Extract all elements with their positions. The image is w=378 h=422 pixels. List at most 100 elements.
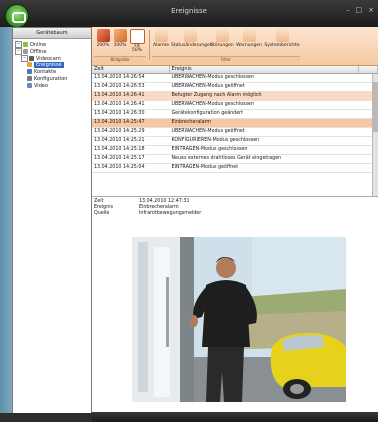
table-body: 13.04.2010 14:26:54 ÜBERWACHEN-Modus gesc… <box>92 74 378 173</box>
tree-node-videocam[interactable]: − Videocam <box>14 55 90 62</box>
cell-time: 13.04.2010 14:25:17 <box>94 156 145 161</box>
tree-node-label: Kontakte <box>34 69 57 75</box>
filter-faults-button[interactable]: Störungen <box>210 29 234 53</box>
video-icon <box>27 83 32 88</box>
zoom-200-button[interactable]: 200% <box>95 29 111 53</box>
ribbon-group-caption: Bildgröße <box>94 56 146 63</box>
cell-time: 13.04.2010 14:25:47 <box>94 120 145 125</box>
fault-filter-icon <box>215 29 229 42</box>
camera-icon <box>29 56 34 61</box>
tree-node-video[interactable]: Video <box>14 83 90 90</box>
cell-time: 13.04.2010 14:26:54 <box>94 75 145 80</box>
table-row[interactable]: 13.04.2010 14:26:41 ÜBERWACHEN-Modus gesc… <box>92 101 378 110</box>
cell-time: 13.04.2010 14:25:29 <box>94 129 145 134</box>
alarm-filter-icon <box>154 29 168 42</box>
ribbon-separator <box>149 30 150 60</box>
background-strip <box>0 27 12 422</box>
table-row[interactable]: 13.04.2010 14:26:53 ÜBERWACHEN-Modus geöf… <box>92 83 378 92</box>
window-title: Ereignisse <box>171 7 207 15</box>
scrollbar-thumb[interactable] <box>373 82 378 132</box>
cell-event: KONFIGURIEREN-Modus geschlossen <box>171 138 260 143</box>
column-header-extra <box>359 66 378 73</box>
tree-node-online[interactable]: − Online <box>14 41 90 48</box>
tree-node-konfiguration[interactable]: Konfiguration <box>14 76 90 83</box>
event-details: Zeit 13.04.2010 12:47:31 Ereignis Einbre… <box>92 197 378 412</box>
table-row[interactable]: 13.04.2010 14:26:54 ÜBERWACHEN-Modus gesc… <box>92 74 378 83</box>
app-window: Ereignisse – □ × Gerätebaum − Online − Offl… <box>0 0 378 422</box>
table-scrollbar[interactable] <box>372 74 378 196</box>
globe-icon <box>23 42 28 47</box>
tree-node-offline[interactable]: − Offline <box>14 48 90 55</box>
table-row[interactable]: 13.04.2010 14:25:29 ÜBERWACHEN-Modus geöf… <box>92 128 378 137</box>
cell-time: 13.04.2010 14:26:41 <box>94 102 145 107</box>
minimize-button[interactable]: – <box>346 6 350 14</box>
config-icon <box>27 76 32 81</box>
globe-icon <box>23 49 28 54</box>
tree-node-kontakte[interactable]: Kontakte <box>14 69 90 76</box>
table-row[interactable]: 13.04.2010 14:26:41 Befugter Zugang nach … <box>92 92 378 101</box>
filter-alarms-button[interactable]: Alarme <box>152 29 170 53</box>
tree-node-ereignisse[interactable]: Ereignisse <box>14 62 90 69</box>
bell-icon <box>27 62 32 67</box>
table-row[interactable]: 13.04.2010 14:25:47Einbrecheralarm... <box>92 119 378 128</box>
main-area: 200% 100% Fit 50% Bildgröße Alarme Statu… <box>92 27 378 422</box>
contacts-icon <box>27 69 32 74</box>
tree-expander-icon[interactable]: − <box>21 55 28 62</box>
cell-event: ÜBERWACHEN-Modus geöffnet <box>171 129 245 134</box>
column-header-time[interactable]: Zeit <box>92 66 170 73</box>
maximize-button[interactable]: □ <box>356 6 363 14</box>
cell-time: 13.04.2010 14:26:53 <box>94 84 145 89</box>
filter-status-button[interactable]: Statusänderungen <box>171 29 213 53</box>
ribbon-group-image-size: 200% 100% Fit 50% Bildgröße <box>94 29 146 63</box>
cell-event: ÜBERWACHEN-Modus geschlossen <box>171 102 255 107</box>
bottom-edge <box>0 413 92 422</box>
ribbon-group-filter: Alarme Statusänderungen Störungen Warnun… <box>152 29 300 63</box>
table-row[interactable]: 13.04.2010 14:25:17 Neues externes drahtl… <box>92 155 378 164</box>
snapshot-illustration <box>132 237 346 402</box>
cell-event: Neues externes drahtloses Gerät eingetra… <box>171 156 282 161</box>
table-row[interactable]: 13.04.2010 14:25:18 EINTRAGEN-Modus gesch… <box>92 146 378 155</box>
device-tree: − Online − Offline − Videocam Ereignisse Kontak… <box>13 39 91 92</box>
tree-node-label: Ereignisse <box>34 62 64 68</box>
cell-event: Gerätekonfiguration geändert <box>171 111 244 116</box>
cell-event: Einbrecheralarm <box>171 120 212 125</box>
status-bar <box>92 412 378 422</box>
cell-event: Befugter Zugang nach Alarm möglich <box>171 93 262 98</box>
cell-time: 13.04.2010 14:25:04 <box>94 165 145 170</box>
tree-node-label: Konfiguration <box>34 76 68 82</box>
cell-event: EINTRAGEN-Modus geschlossen <box>171 147 248 152</box>
zoom-200-icon <box>96 29 110 42</box>
table-row[interactable]: 13.04.2010 14:25:04 EINTRAGEN-Modus geöff… <box>92 164 378 173</box>
table-row[interactable]: 13.04.2010 14:26:30 Gerätekonfiguration g… <box>92 110 378 119</box>
cell-time: 13.04.2010 14:25:18 <box>94 147 145 152</box>
zoom-100-icon <box>113 29 127 42</box>
device-tree-panel: Gerätebaum − Online − Offline − Videocam Ereig… <box>12 27 92 415</box>
ribbon-group-caption: Filter <box>152 56 300 63</box>
column-header-event[interactable]: Ereignis <box>170 66 360 73</box>
cell-event: ÜBERWACHEN-Modus geöffnet <box>171 84 245 89</box>
zoom-50-button[interactable]: Fit 50% <box>129 29 145 53</box>
device-tree-header: Gerätebaum <box>13 28 91 39</box>
cell-event: ÜBERWACHEN-Modus geschlossen <box>171 75 255 80</box>
close-button[interactable]: × <box>368 6 374 14</box>
cell-time: 13.04.2010 14:26:30 <box>94 111 145 116</box>
system-filter-icon <box>275 29 289 42</box>
filter-system-button[interactable]: Systemberichte <box>264 29 300 53</box>
filter-warnings-button[interactable]: Warnungen <box>235 29 263 53</box>
zoom-100-button[interactable]: 100% <box>112 29 128 53</box>
status-filter-icon <box>183 29 197 42</box>
tree-expander-icon[interactable]: − <box>15 48 22 55</box>
detail-source: Quelle Infrarotbewegungsmelder <box>94 211 202 216</box>
cell-time: 13.04.2010 14:26:41 <box>94 93 145 98</box>
event-snapshot-image <box>132 237 346 402</box>
zoom-50-icon <box>129 29 145 44</box>
ribbon-toolbar: 200% 100% Fit 50% Bildgröße Alarme Statu… <box>92 27 378 66</box>
cell-time: 13.04.2010 14:25:21 <box>94 138 145 143</box>
table-row[interactable]: 13.04.2010 14:25:21 KONFIGURIEREN-Modus g… <box>92 137 378 146</box>
tree-expander-icon[interactable]: − <box>15 41 22 48</box>
warning-filter-icon <box>242 29 256 42</box>
events-table: Zeit Ereignis 13.04.2010 14:26:54 ÜBERWAC… <box>92 66 378 197</box>
title-bar[interactable]: Ereignisse – □ × <box>0 0 378 28</box>
tree-node-label: Video <box>34 83 49 89</box>
table-header: Zeit Ereignis <box>92 66 378 74</box>
